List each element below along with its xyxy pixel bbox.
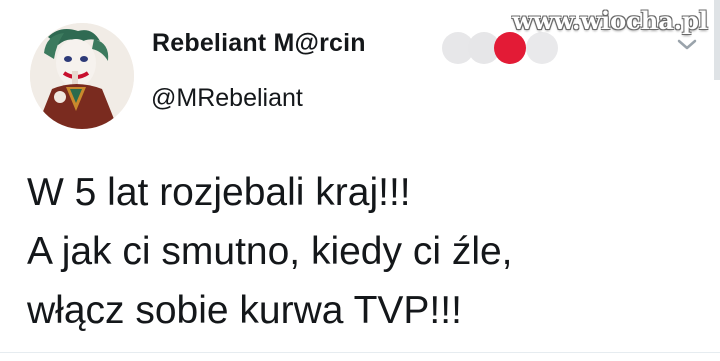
tweet-card: Rebeliant M@rcin www.wiocha.pl @MRebelia… (0, 0, 720, 361)
chevron-down-icon[interactable] (676, 38, 698, 52)
tweet-line: włącz sobie kurwa TVP!!! (27, 289, 462, 332)
tweet-line: A jak ci smutno, kiedy ci źle, (27, 230, 513, 273)
tweet-text: W 5 lat rozjebali kraj!!! A jak ci smutn… (27, 163, 513, 340)
scrollbar[interactable] (714, 0, 720, 80)
author-handle[interactable]: @MRebeliant (151, 84, 303, 113)
tweet-line: W 5 lat rozjebali kraj!!! (27, 171, 411, 214)
badge-dot (494, 32, 526, 64)
divider (0, 352, 720, 353)
joker-avatar-icon (30, 23, 134, 129)
badge-dots (440, 30, 560, 66)
watermark: www.wiocha.pl (512, 6, 708, 35)
avatar[interactable] (30, 23, 134, 129)
badge-dot (526, 32, 558, 64)
author-name[interactable]: Rebeliant M@rcin (152, 29, 366, 58)
